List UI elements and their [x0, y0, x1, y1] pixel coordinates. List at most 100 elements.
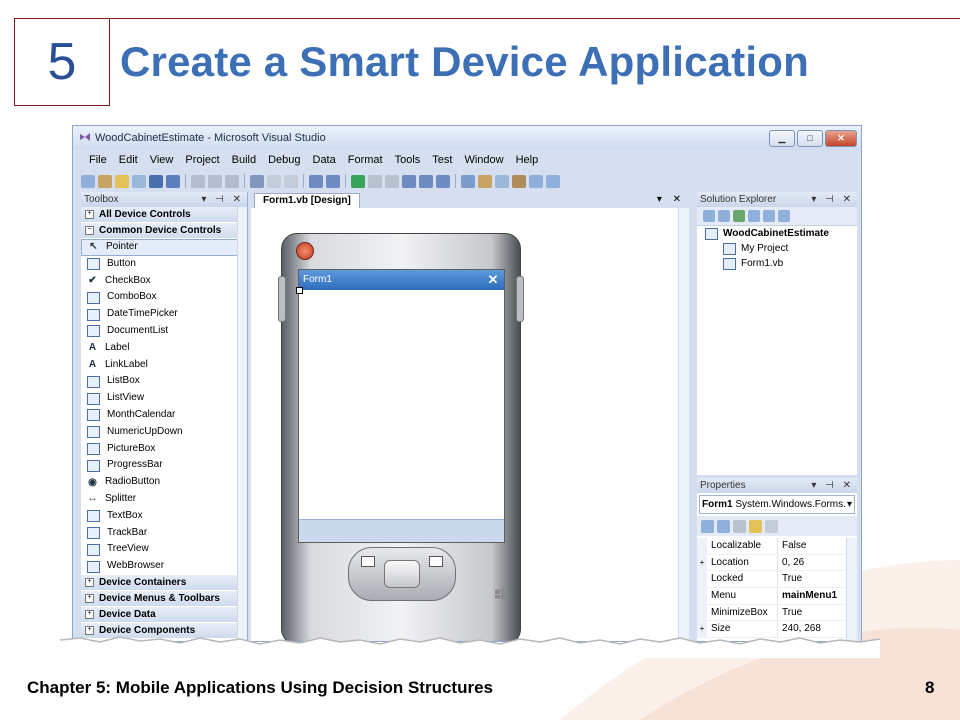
toolbox-item-pointer[interactable]: ↖ Pointer	[81, 239, 247, 256]
toolbox-icon[interactable]	[512, 174, 526, 188]
view-designer-icon[interactable]	[763, 210, 775, 222]
toolbox-item-monthcalendar[interactable]: MonthCalendar	[81, 407, 247, 424]
properties-scrollbar[interactable]	[846, 538, 857, 641]
toolbox-item-textbox[interactable]: TextBox	[81, 508, 247, 525]
document-window-controls-icon[interactable]: ▾ ✕	[657, 194, 685, 205]
toolbox-scrollbar[interactable]	[237, 207, 247, 641]
toolbox-category-device-containers[interactable]: + Device Containers	[81, 574, 247, 591]
property-value[interactable]: True	[778, 571, 802, 587]
redo-icon[interactable]	[326, 174, 340, 188]
property-value[interactable]: False	[778, 538, 806, 554]
step-over-icon[interactable]	[419, 174, 433, 188]
step-out-icon[interactable]	[436, 174, 450, 188]
pane-controls-icon[interactable]: ▾ ⊣ ✕	[201, 192, 244, 207]
toolbox-item-picturebox[interactable]: PictureBox	[81, 441, 247, 458]
device-icon[interactable]	[529, 174, 543, 188]
toolbox-item-checkbox[interactable]: ✔ CheckBox	[81, 273, 247, 290]
toolbox-item-label[interactable]: A Label	[81, 340, 247, 357]
tree-item-form1[interactable]: Form1.vb	[697, 256, 857, 271]
undo-icon[interactable]	[309, 174, 323, 188]
tree-item-project[interactable]: WoodCabinetEstimate	[697, 226, 857, 241]
menu-edit[interactable]: Edit	[113, 152, 144, 168]
add-item-icon[interactable]	[98, 174, 112, 188]
property-row-menu[interactable]: Menu mainMenu1	[697, 588, 845, 605]
property-row-location[interactable]: + Location 0, 26	[697, 554, 845, 572]
properties-view-icon[interactable]	[733, 519, 746, 533]
minimize-button[interactable]: ▁	[769, 130, 795, 147]
property-value[interactable]: True	[778, 605, 802, 621]
toolbox-item-listview[interactable]: ListView	[81, 390, 247, 407]
maximize-button[interactable]: □	[797, 130, 823, 147]
add-new-item-icon[interactable]	[132, 174, 146, 188]
menu-tools[interactable]: Tools	[389, 152, 427, 168]
property-pages-icon[interactable]	[765, 519, 778, 533]
toolbox-category-device-menus-toolbars[interactable]: + Device Menus & Toolbars	[81, 590, 247, 607]
toolbox-item-splitter[interactable]: ↔ Splitter	[81, 491, 247, 508]
pane-controls-icon[interactable]: ▾ ⊣ ✕	[811, 192, 854, 207]
toolbox-item-treeview[interactable]: TreeView	[81, 541, 247, 558]
class-diagram-icon[interactable]	[778, 210, 790, 222]
tab-form1-design[interactable]: Form1.vb [Design]	[254, 193, 360, 208]
toolbox-item-trackbar[interactable]: TrackBar	[81, 525, 247, 542]
events-icon[interactable]	[749, 519, 762, 533]
menu-project[interactable]: Project	[179, 152, 225, 168]
save-icon[interactable]	[149, 174, 163, 188]
close-window-button[interactable]: ✕	[825, 130, 857, 147]
menu-test[interactable]: Test	[426, 152, 458, 168]
properties-icon[interactable]	[478, 174, 492, 188]
selection-handle[interactable]	[296, 287, 303, 294]
form-menu-area[interactable]	[299, 519, 504, 542]
form1-titlebar[interactable]: Form1 ✕	[299, 270, 504, 290]
property-value[interactable]: mainMenu1	[778, 588, 837, 604]
property-row-minimizebox[interactable]: MinimizeBox True	[697, 604, 845, 622]
alphabetical-icon[interactable]	[717, 519, 730, 533]
property-row-localizable[interactable]: Localizable False	[697, 538, 845, 555]
uncomment-icon[interactable]	[284, 174, 298, 188]
toolbox-item-numericupdown[interactable]: NumericUpDown	[81, 424, 247, 441]
step-into-icon[interactable]	[402, 174, 416, 188]
cut-icon[interactable]	[191, 174, 205, 188]
toolbox-item-radiobutton[interactable]: ◉ RadioButton	[81, 474, 247, 491]
toolbox-category-common[interactable]: − Common Device Controls	[81, 223, 247, 239]
form-close-icon[interactable]: ✕	[486, 273, 500, 287]
toolbox-category-all[interactable]: + All Device Controls	[81, 207, 247, 223]
toolbox-item-datetimepicker[interactable]: DateTimePicker	[81, 306, 247, 323]
new-project-icon[interactable]	[81, 174, 95, 188]
tree-item-my-project[interactable]: My Project	[697, 241, 857, 256]
open-file-icon[interactable]	[115, 174, 129, 188]
toolbox-item-combobox[interactable]: ComboBox	[81, 289, 247, 306]
menu-file[interactable]: File	[73, 152, 113, 168]
property-row-locked[interactable]: Locked True	[697, 571, 845, 589]
property-value[interactable]: 0, 26	[778, 555, 804, 571]
toolbox-item-listbox[interactable]: ListBox	[81, 373, 247, 390]
toolbox-item-button[interactable]: Button	[81, 256, 247, 273]
menu-window[interactable]: Window	[458, 152, 509, 168]
designer-scrollbar[interactable]	[678, 208, 689, 641]
menu-format[interactable]: Format	[342, 152, 389, 168]
stop-icon[interactable]	[385, 174, 399, 188]
pause-icon[interactable]	[368, 174, 382, 188]
copy-icon[interactable]	[208, 174, 222, 188]
properties-button-icon[interactable]	[703, 210, 715, 222]
toolbox-category-device-data[interactable]: + Device Data	[81, 606, 247, 623]
menu-help[interactable]: Help	[510, 152, 545, 168]
save-all-icon[interactable]	[166, 174, 180, 188]
view-code-icon[interactable]	[748, 210, 760, 222]
expand-icon[interactable]: +	[697, 554, 707, 571]
paste-icon[interactable]	[225, 174, 239, 188]
menu-view[interactable]: View	[144, 152, 180, 168]
toolbox-item-linklabel[interactable]: A LinkLabel	[81, 357, 247, 374]
toolbox-item-progressbar[interactable]: ProgressBar	[81, 457, 247, 474]
form1-surface[interactable]: Form1 ✕	[296, 269, 505, 543]
menu-build[interactable]: Build	[226, 152, 262, 168]
more-tools-icon[interactable]	[546, 174, 560, 188]
solution-explorer-icon[interactable]	[461, 174, 475, 188]
object-browser-icon[interactable]	[495, 174, 509, 188]
show-all-files-icon[interactable]	[718, 210, 730, 222]
refresh-icon[interactable]	[733, 210, 745, 222]
start-debugging-icon[interactable]	[351, 174, 365, 188]
comment-icon[interactable]	[267, 174, 281, 188]
categorized-icon[interactable]	[701, 519, 714, 533]
menu-debug[interactable]: Debug	[262, 152, 306, 168]
toolbox-item-documentlist[interactable]: DocumentList	[81, 323, 247, 340]
